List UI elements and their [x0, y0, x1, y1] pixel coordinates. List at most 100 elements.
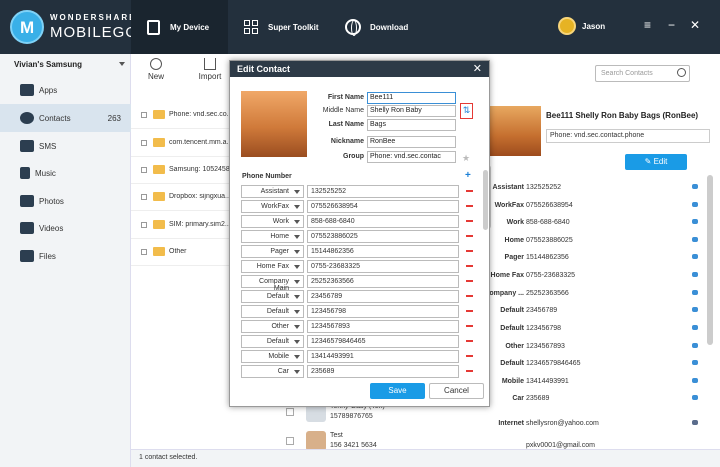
expand-icon[interactable] [141, 248, 147, 255]
message-icon[interactable] [692, 395, 698, 400]
message-icon[interactable] [692, 307, 698, 312]
phone-value-field[interactable]: 13414493991 [307, 350, 459, 363]
add-phone-icon[interactable]: + [465, 170, 471, 181]
remove-icon[interactable] [466, 295, 473, 297]
remove-icon[interactable] [466, 235, 473, 237]
message-icon[interactable] [692, 378, 698, 383]
remove-icon[interactable] [466, 310, 473, 312]
remove-icon[interactable] [466, 190, 473, 192]
account-select[interactable]: Phone: vnd.sec.contact.phone [546, 129, 710, 143]
phone-value-field[interactable]: 075526638954 [307, 200, 459, 213]
remove-icon[interactable] [466, 205, 473, 207]
middle-name-field[interactable]: Shelly Ron Baby [367, 105, 456, 117]
tab-my-device[interactable]: My Device [131, 0, 228, 54]
phone-value-field[interactable]: 0755-23683325 [307, 260, 459, 273]
checkbox[interactable] [286, 408, 294, 416]
sidebar-item-files[interactable]: Files [0, 242, 131, 270]
minimize-icon[interactable]: − [668, 18, 675, 32]
remove-icon[interactable] [466, 265, 473, 267]
sidebar-item-photos[interactable]: Photos [0, 187, 131, 215]
phone-value-field[interactable]: 25252363566 [307, 275, 459, 288]
phone-type-select[interactable]: Car [241, 365, 304, 378]
phone-type-select[interactable]: Home [241, 230, 304, 243]
menu-icon[interactable]: ≡ [644, 18, 651, 32]
expand-icon[interactable] [141, 166, 147, 173]
user-avatar[interactable] [558, 17, 576, 35]
remove-icon[interactable] [466, 250, 473, 252]
message-icon[interactable] [692, 219, 698, 224]
import-button[interactable]: Import [195, 58, 225, 81]
message-icon[interactable] [692, 237, 698, 242]
remove-icon[interactable] [466, 340, 473, 342]
close-icon[interactable]: ✕ [690, 18, 700, 32]
phone-type-select[interactable]: Default [241, 335, 304, 348]
phone-value-field[interactable]: 15144862356 [307, 245, 459, 258]
contact-photo[interactable] [241, 91, 307, 157]
sidebar-item-music[interactable]: Music [0, 159, 131, 187]
main-scrollbar[interactable] [707, 175, 713, 345]
dialog-scrollbar[interactable] [483, 170, 488, 230]
phone-type-select[interactable]: Default [241, 305, 304, 318]
phone-value-field[interactable]: 12346579846465 [307, 335, 459, 348]
device-name[interactable]: Vivian's Samsung [14, 60, 82, 69]
group-select[interactable]: Phone: vnd.sec.contac [367, 151, 456, 163]
message-icon[interactable] [692, 360, 698, 365]
remove-icon[interactable] [466, 220, 473, 222]
sidebar-item-contacts[interactable]: Contacts 263 [0, 104, 131, 132]
tab-download[interactable]: Download [331, 0, 431, 54]
sidebar-item-apps[interactable]: Apps [0, 76, 131, 104]
expand-icon[interactable] [141, 221, 147, 228]
message-icon[interactable] [692, 343, 698, 348]
phone-value-field[interactable]: 132525252 [307, 185, 459, 198]
phone-type-select[interactable]: Company Main [241, 275, 304, 292]
remove-icon[interactable] [466, 325, 473, 327]
remove-icon[interactable] [466, 355, 473, 357]
message-icon[interactable] [692, 272, 698, 277]
phone-type-select[interactable]: Work [241, 215, 304, 228]
mail-icon[interactable] [692, 420, 698, 425]
checkbox[interactable] [286, 437, 294, 445]
message-icon[interactable] [692, 202, 698, 207]
save-button[interactable]: Save [370, 383, 425, 399]
close-icon[interactable]: ✕ [473, 62, 482, 75]
edit-contact-dialog: Edit Contact ✕ First Name Bee111 Middle … [229, 60, 490, 407]
phone-type-select[interactable]: Pager [241, 245, 304, 258]
sidebar-item-sms[interactable]: SMS [0, 132, 131, 160]
first-name-field[interactable]: Bee111 [367, 92, 456, 104]
sidebar-item-videos[interactable]: Videos [0, 214, 131, 242]
message-icon[interactable] [692, 184, 698, 189]
expand-icon[interactable] [141, 139, 147, 146]
nickname-field[interactable]: RonBee [367, 136, 456, 148]
remove-icon[interactable] [466, 370, 473, 372]
expand-icon[interactable] [141, 111, 147, 118]
user-name[interactable]: Jason [582, 22, 605, 31]
tab-super-toolkit[interactable]: Super Toolkit [228, 0, 331, 54]
phone-type-select[interactable]: WorkFax [241, 200, 304, 213]
remove-icon[interactable] [466, 280, 473, 282]
phone-type-select[interactable]: Default [241, 290, 304, 303]
search-input[interactable]: Search Contacts [595, 65, 690, 82]
cancel-button[interactable]: Cancel [429, 383, 484, 399]
phone-type-select[interactable]: Other [241, 320, 304, 333]
search-icon[interactable] [677, 68, 686, 77]
folder-icon [153, 165, 165, 174]
last-name-field[interactable]: Bags [367, 119, 456, 131]
phone-type-select[interactable]: Home Fax [241, 260, 304, 273]
phone-value-field[interactable]: 075523886025 [307, 230, 459, 243]
star-icon[interactable]: ★ [462, 153, 470, 164]
message-icon[interactable] [692, 325, 698, 330]
expand-icon[interactable] [141, 193, 147, 200]
phone-type-select[interactable]: Assistant [241, 185, 304, 198]
phone-value-field[interactable]: 858-688-6840 [307, 215, 459, 228]
edit-button[interactable]: ✎ Edit [625, 154, 687, 170]
message-icon[interactable] [692, 254, 698, 259]
chevron-down-icon[interactable] [119, 62, 125, 66]
phone-value-field[interactable]: 123456798 [307, 305, 459, 318]
phone-value-field[interactable]: 23456789 [307, 290, 459, 303]
phone-type-select[interactable]: Mobile [241, 350, 304, 363]
phone-value-field[interactable]: 235689 [307, 365, 459, 378]
new-button[interactable]: New [141, 58, 171, 81]
message-icon[interactable] [692, 290, 698, 295]
phone-value-field[interactable]: 1234567893 [307, 320, 459, 333]
swap-icon[interactable]: ⇅ [460, 103, 473, 119]
